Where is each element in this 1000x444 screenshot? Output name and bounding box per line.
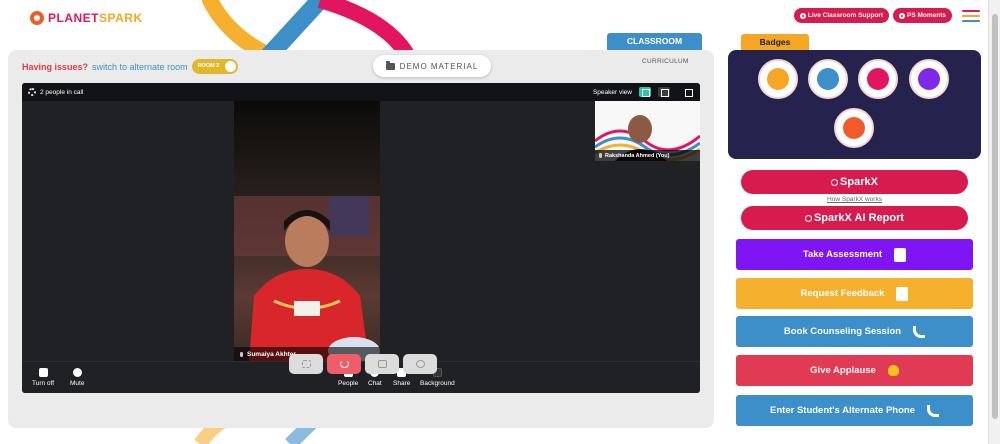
sparkx-icon [804, 214, 812, 222]
phone-icon [913, 325, 926, 338]
microphone-icon [72, 368, 82, 377]
sparkx-ai-report-button[interactable]: SparkX AI Report [741, 206, 968, 230]
sparkx-button[interactable]: SparkX [741, 170, 968, 194]
curriculum-tab[interactable]: CURRICULUM [642, 58, 689, 65]
header-actions: Live Classroom Support PS Moments [793, 8, 980, 23]
issues-notice: Having issues? switch to alternate room … [22, 59, 238, 74]
picture-in-picture-icon[interactable] [682, 87, 694, 97]
scrollbar-thumb[interactable] [992, 14, 998, 419]
how-sparkx-works-link[interactable]: How SparkX works [741, 196, 968, 203]
enter-alternate-phone-button[interactable]: Enter Student's Alternate Phone [736, 395, 973, 426]
end-class-button[interactable] [327, 354, 361, 374]
logo-text: PLANETSPARK [48, 11, 143, 25]
participant-video-frame [234, 101, 380, 361]
clapping-hands-icon [887, 365, 899, 376]
palette-button[interactable] [403, 354, 437, 374]
moments-icon [898, 12, 905, 19]
demo-material-button[interactable]: DEMO MATERIAL [373, 55, 491, 77]
star-badge-icon[interactable] [834, 108, 874, 148]
people-count: 2 people in call [40, 88, 84, 96]
fullscreen-icon [301, 360, 311, 368]
support-icon [799, 12, 806, 19]
request-feedback-button[interactable]: Request Feedback [736, 278, 973, 309]
camera-icon [38, 368, 48, 377]
clipboard-icon [894, 247, 907, 262]
take-assessment-button[interactable]: Take Assessment [736, 239, 973, 270]
alternate-room-link[interactable]: switch to alternate room [92, 62, 188, 72]
logo-mark-icon [30, 11, 44, 25]
book-counseling-button[interactable]: Book Counseling Session [736, 316, 973, 347]
mute-button[interactable]: Mute [70, 368, 84, 387]
whiteboard-button[interactable] [365, 354, 399, 374]
folder-icon [385, 60, 395, 70]
video-call: 2 people in call Speaker view Sumaiya Ak… [22, 83, 700, 393]
classroom-tools [289, 354, 437, 374]
speaker-view-label: Speaker view [592, 88, 632, 96]
live-classroom-support-button[interactable]: Live Classroom Support [793, 8, 889, 23]
badges-panel [728, 50, 981, 159]
self-video[interactable]: Rakshanda Ahmed (You) [595, 101, 700, 161]
rocket-badge-icon[interactable] [858, 59, 898, 99]
settings-icon[interactable] [28, 88, 36, 96]
speaker-view-icon[interactable] [639, 87, 651, 97]
menu-icon[interactable] [962, 9, 980, 22]
document-icon [896, 286, 909, 301]
phone-icon [926, 404, 939, 417]
power-icon [339, 360, 349, 368]
turn-off-camera-button[interactable]: Turn off [32, 368, 54, 387]
ps-moments-button[interactable]: PS Moments [892, 8, 952, 23]
trophy-badge-icon[interactable] [758, 59, 798, 99]
mic-icon [599, 153, 602, 158]
laptop-icon [377, 360, 387, 368]
robot-badge-icon[interactable] [808, 59, 848, 99]
call-top-bar: 2 people in call Speaker view [22, 83, 700, 101]
classroom-tab[interactable]: CLASSROOM [607, 33, 702, 50]
fullscreen-button[interactable] [289, 354, 323, 374]
give-applause-button[interactable]: Give Applause [736, 355, 973, 386]
planetspark-logo[interactable]: PLANETSPARK [30, 11, 143, 25]
room-toggle[interactable]: ROOM 2 [191, 59, 238, 74]
mic-icon [240, 351, 243, 357]
self-name-tag: Rakshanda Ahmed (You) [595, 150, 700, 161]
sparkx-icon [831, 178, 839, 186]
badges-tab: Badges [741, 34, 809, 51]
main-participant-video[interactable]: Sumaiya Akhter. [234, 101, 380, 361]
page-scrollbar[interactable] [988, 0, 1000, 444]
grid-view-icon[interactable] [658, 87, 670, 97]
medal-badge-icon[interactable] [909, 59, 949, 99]
palette-icon [415, 360, 425, 368]
